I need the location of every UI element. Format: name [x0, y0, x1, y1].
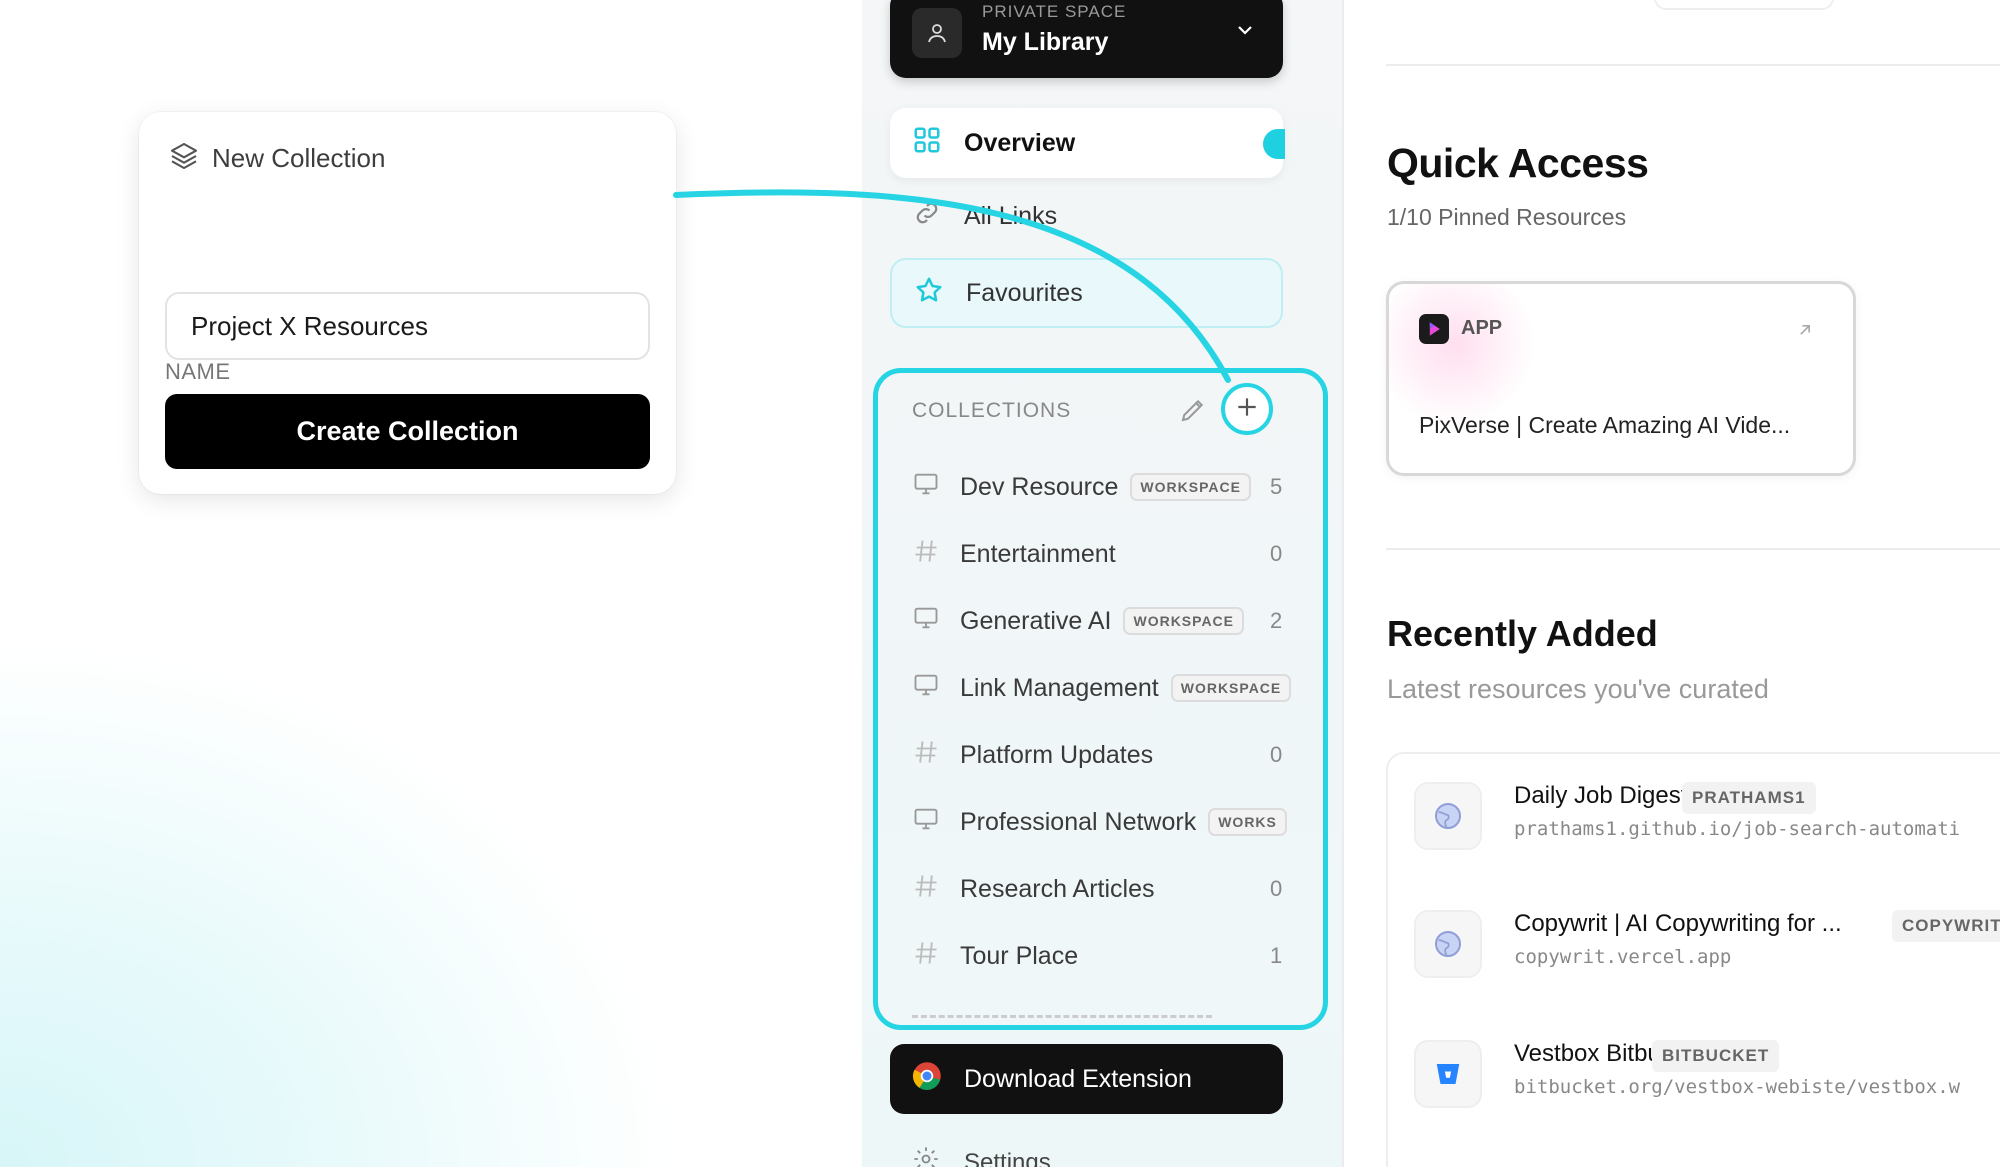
create-collection-button[interactable]: Create Collection — [165, 394, 650, 469]
workspace-badge: WORKSPACE — [1123, 607, 1245, 635]
main-panel: Quick Access 1/10 Pinned Resources APP P… — [1342, 0, 2000, 1167]
resource-tag: PRATHAMS1 — [1682, 782, 1816, 814]
divider — [1386, 64, 2000, 66]
download-extension-label: Download Extension — [964, 1064, 1192, 1093]
collection-name: Dev Resource — [960, 472, 1119, 501]
resource-url: prathams1.github.io/job-search-automati — [1514, 818, 1961, 840]
collection-count: 2 — [1270, 608, 1283, 633]
list-item[interactable]: Vestbox Bitbucket BITBUCKET bitbucket.or… — [1414, 1040, 2000, 1120]
monitor-icon — [912, 671, 940, 706]
top-control — [1654, 0, 1834, 10]
external-link-icon[interactable] — [1795, 320, 1815, 345]
active-indicator — [1263, 129, 1285, 159]
collection-item[interactable]: Link Management WORKSPACE — [912, 668, 1323, 708]
collection-count: 0 — [1270, 541, 1283, 566]
resource-tag: COPYWRIT — [1892, 910, 2000, 942]
user-icon — [912, 8, 962, 58]
hash-icon — [912, 872, 940, 907]
collection-name: Platform Updates — [960, 740, 1154, 769]
collection-item[interactable]: Tour Place 1 — [912, 936, 1323, 976]
bitbucket-icon — [1414, 1040, 1482, 1108]
collection-item[interactable]: Entertainment 0 — [912, 534, 1323, 574]
new-collection-header: New Collection — [168, 140, 385, 177]
collection-name: Professional Network — [960, 807, 1197, 836]
pencil-icon[interactable] — [1178, 395, 1208, 430]
nav-all-links-label: All Links — [964, 201, 1058, 230]
chrome-icon — [912, 1061, 942, 1098]
collection-name-input[interactable] — [165, 292, 650, 360]
quick-access-subtitle: 1/10 Pinned Resources — [1387, 204, 1627, 230]
collection-item[interactable]: Professional Network WORKS — [912, 802, 1323, 842]
settings-label: Settings — [964, 1148, 1051, 1167]
collections-heading: COLLECTIONS — [912, 399, 1072, 422]
list-item[interactable]: Copywrit | AI Copywriting for ... COPYWR… — [1414, 910, 2000, 990]
divider — [1386, 548, 2000, 550]
card-glow — [1389, 284, 1539, 424]
workspace-badge: WORKS — [1208, 808, 1287, 836]
list-item[interactable]: Daily Job Digest PRATHAMS1 prathams1.git… — [1414, 782, 2000, 862]
app-logo-icon — [1419, 314, 1449, 344]
collection-name: Entertainment — [960, 539, 1116, 568]
resource-title: Copywrit | AI Copywriting for ... — [1514, 910, 1842, 937]
nav-favourites[interactable]: Favourites — [890, 258, 1283, 328]
recently-added-subtitle: Latest resources you've curated — [1387, 674, 1769, 704]
resource-url: copywrit.vercel.app — [1514, 946, 1732, 968]
add-collection-button[interactable] — [1221, 383, 1273, 435]
globe-icon — [1414, 782, 1482, 850]
hash-icon — [912, 738, 940, 773]
globe-icon — [1414, 910, 1482, 978]
resource-tag: BITBUCKET — [1652, 1040, 1780, 1072]
sidebar: PRIVATE SPACE My Library Overview All Li… — [862, 0, 1342, 1167]
gear-icon — [912, 1145, 940, 1167]
nav-settings[interactable]: Settings — [912, 1145, 1051, 1167]
collection-name: Tour Place — [960, 941, 1079, 970]
star-icon — [914, 275, 944, 312]
new-collection-card: New Collection NAME Create Collection — [139, 112, 676, 494]
name-label: NAME — [165, 359, 231, 384]
space-kicker: PRIVATE SPACE — [982, 2, 1127, 21]
collection-name: Research Articles — [960, 874, 1155, 903]
nav-overview-label: Overview — [964, 128, 1076, 157]
grid-icon — [912, 125, 942, 162]
download-extension-button[interactable]: Download Extension — [890, 1044, 1283, 1114]
plus-icon — [1234, 394, 1260, 425]
collection-name: Link Management — [960, 673, 1159, 702]
space-switcher[interactable]: PRIVATE SPACE My Library — [890, 0, 1283, 78]
monitor-icon — [912, 470, 940, 505]
new-collection-title: New Collection — [212, 143, 386, 173]
collection-item-partial — [912, 1003, 1272, 1023]
resource-title: Daily Job Digest — [1514, 782, 1688, 809]
collection-count: 5 — [1270, 474, 1283, 499]
collection-count: 0 — [1270, 876, 1283, 901]
quick-access-title: Quick Access — [1387, 140, 1649, 186]
nav-overview[interactable]: Overview — [890, 108, 1285, 178]
hash-icon — [912, 939, 940, 974]
resource-name: PixVerse | Create Amazing AI Vide... — [1419, 412, 1791, 438]
collection-item[interactable]: Dev Resource WORKSPACE 5 — [912, 467, 1323, 507]
collection-item[interactable]: Research Articles 0 — [912, 869, 1323, 909]
nav-all-links[interactable]: All Links — [890, 181, 1283, 251]
monitor-icon — [912, 604, 940, 639]
workspace-badge: WORKSPACE — [1170, 674, 1292, 702]
collection-item[interactable]: Platform Updates 0 — [912, 735, 1323, 775]
chevron-down-icon — [1233, 18, 1257, 47]
recently-added-title: Recently Added — [1387, 613, 1658, 654]
layers-icon — [168, 140, 200, 177]
link-icon — [912, 198, 942, 235]
hash-icon — [912, 537, 940, 572]
collections-panel: COLLECTIONS Dev Resource WORKSPACE 5 Ent… — [873, 368, 1328, 1030]
recent-list: Daily Job Digest PRATHAMS1 prathams1.git… — [1386, 752, 2000, 1167]
nav-favourites-label: Favourites — [966, 278, 1083, 307]
space-name: My Library — [982, 28, 1109, 56]
workspace-badge: WORKSPACE — [1130, 473, 1251, 501]
collection-count: 0 — [1270, 742, 1283, 767]
collection-name: Generative AI — [960, 606, 1112, 635]
pinned-resource-card[interactable]: APP PixVerse | Create Amazing AI Vide... — [1386, 281, 1856, 476]
resource-url: bitbucket.org/vestbox-webiste/vestbox.w — [1514, 1076, 1961, 1098]
monitor-icon — [912, 805, 940, 840]
collection-item[interactable]: Generative AI WORKSPACE 2 — [912, 601, 1323, 641]
collection-count: 1 — [1270, 943, 1283, 968]
resource-kind: APP — [1461, 317, 1503, 339]
